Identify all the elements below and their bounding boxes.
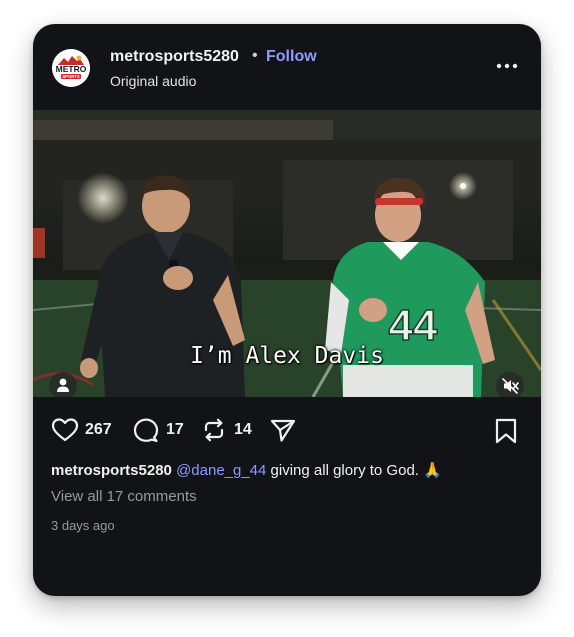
- video-player[interactable]: 44 I’m Alex Davis: [33, 110, 541, 397]
- comment-count: 17: [166, 421, 184, 438]
- bookmark-button[interactable]: [493, 417, 519, 450]
- separator-dot: •: [252, 47, 258, 64]
- share-icon: [270, 419, 296, 442]
- comment-button[interactable]: 17: [132, 417, 184, 443]
- muted-icon[interactable]: [496, 372, 524, 397]
- tag-people-icon[interactable]: [49, 372, 77, 397]
- caption-text: giving all glory to God. 🙏: [266, 462, 442, 479]
- logo-text: METRO: [56, 64, 87, 74]
- heart-icon: [51, 418, 79, 442]
- video-caption: I’m Alex Davis: [190, 343, 384, 369]
- share-button[interactable]: [269, 417, 297, 443]
- repost-button[interactable]: 14: [200, 417, 252, 443]
- caption-username[interactable]: metrosports5280: [51, 462, 172, 479]
- like-count: 267: [85, 421, 112, 438]
- bookmark-icon: [495, 418, 517, 444]
- follow-button[interactable]: Follow: [266, 48, 317, 66]
- avatar[interactable]: METRO SPORTS: [52, 49, 90, 87]
- post-header: METRO SPORTS metrosports5280 • Follow Or…: [33, 24, 541, 110]
- post-username[interactable]: metrosports5280: [110, 48, 239, 66]
- logo-subtext: SPORTS: [62, 74, 79, 79]
- audio-label[interactable]: Original audio: [110, 73, 196, 89]
- like-button[interactable]: 267: [51, 417, 112, 443]
- post-card: METRO SPORTS metrosports5280 • Follow Or…: [33, 24, 541, 596]
- more-options-icon[interactable]: [493, 52, 521, 76]
- comment-icon: [133, 418, 159, 443]
- repost-count: 14: [234, 421, 252, 438]
- action-bar: 267 17 14: [33, 397, 541, 457]
- caption-mention[interactable]: @dane_g_44: [176, 462, 266, 479]
- metro-sports-logo: METRO SPORTS: [52, 49, 90, 87]
- repost-icon: [204, 418, 224, 442]
- post-timestamp: 3 days ago: [51, 518, 115, 533]
- view-comments-link[interactable]: View all 17 comments: [51, 488, 197, 505]
- post-caption: metrosports5280 @dane_g_44 giving all gl…: [51, 461, 442, 479]
